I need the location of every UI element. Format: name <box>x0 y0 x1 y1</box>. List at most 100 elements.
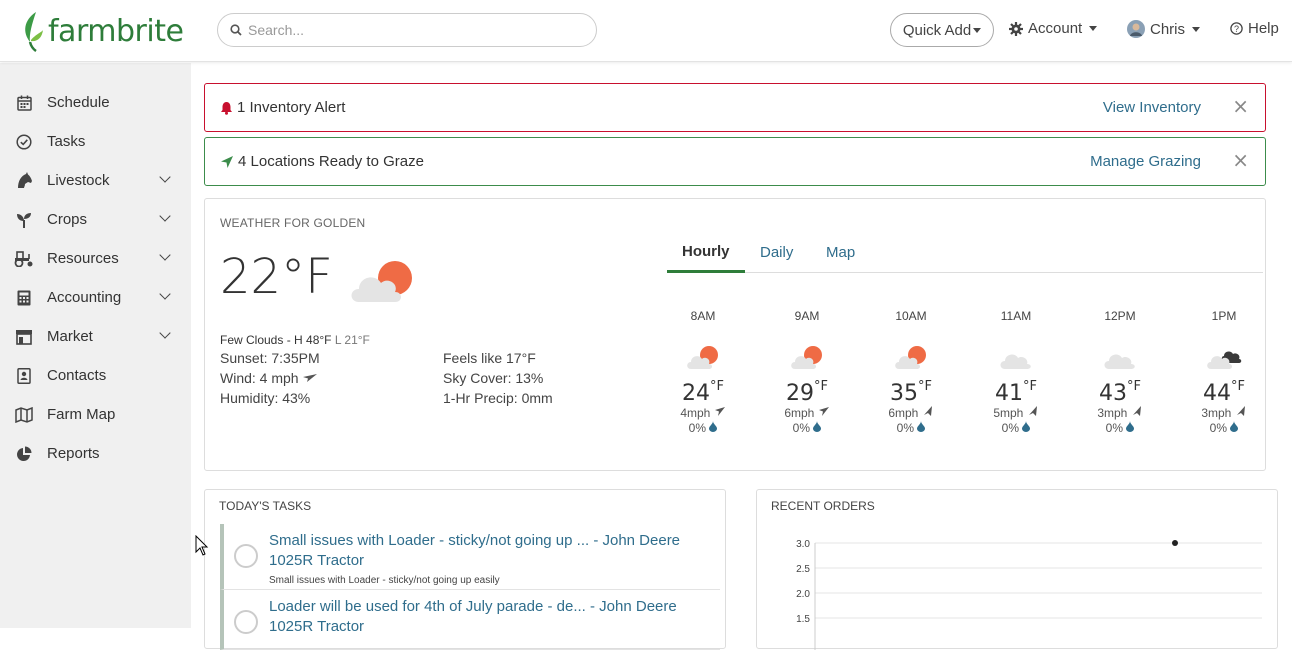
hour-precip: 0% <box>981 421 1051 435</box>
sidebar-item-accounting[interactable]: Accounting <box>0 278 191 317</box>
account-label: Account <box>1028 20 1083 37</box>
hour-time: 10AM <box>895 309 927 323</box>
farmbrite-logo[interactable]: farmbrite <box>22 10 184 52</box>
sidebar-item-farm-map[interactable]: Farm Map <box>0 395 191 434</box>
panel-title: RECENT ORDERS <box>771 499 875 513</box>
hour-precip: 0% <box>772 421 842 435</box>
location-arrow-icon <box>221 155 233 168</box>
hour-wind: 6mph <box>876 406 946 420</box>
hour-wind-value: 5mph <box>993 406 1024 420</box>
avatar <box>1127 20 1145 38</box>
sidebar-item-label: Tasks <box>47 133 86 150</box>
wind-direction-icon <box>1132 406 1141 416</box>
check-circle-icon <box>14 132 34 152</box>
data-point[interactable] <box>1172 540 1178 546</box>
raindrop-icon <box>813 421 822 432</box>
hour-temperature: 44°F <box>1189 379 1259 406</box>
calendar-icon <box>14 93 34 113</box>
help-link[interactable]: ? Help <box>1230 20 1279 37</box>
view-inventory-link[interactable]: View Inventory <box>1103 99 1201 116</box>
hour-wind-value: 4mph <box>680 406 711 420</box>
partly-cloudy-sun-icon <box>876 345 946 375</box>
task-item[interactable]: Loader will be used for 4th of July para… <box>220 590 720 650</box>
close-icon[interactable]: × <box>1232 94 1249 118</box>
sidebar-item-tasks[interactable]: Tasks <box>0 122 191 161</box>
weather-tabs: Hourly Daily Map <box>667 236 1263 273</box>
sidebar-item-label: Schedule <box>47 94 110 111</box>
user-menu[interactable]: Chris <box>1127 20 1201 38</box>
sidebar-item-contacts[interactable]: Contacts <box>0 356 191 395</box>
task-description: Small issues with Loader - sticky/not go… <box>269 575 500 586</box>
wind-direction-icon <box>923 406 932 416</box>
inventory-alert-text: 1 Inventory Alert <box>237 99 346 116</box>
feels-like-text: Feels like 17°F <box>443 350 536 366</box>
hour-precip: 0% <box>876 421 946 435</box>
weather-condition: Few Clouds - H 48°F L 21°F <box>220 333 370 347</box>
hour-temperature: 43°F <box>1085 379 1155 406</box>
hour-wind: 5mph <box>981 406 1051 420</box>
hour-wind-value: 6mph <box>784 406 815 420</box>
chevron-down-icon <box>159 171 171 183</box>
task-checkbox[interactable] <box>234 544 258 568</box>
search-box[interactable] <box>217 13 597 47</box>
manage-grazing-link[interactable]: Manage Grazing <box>1090 153 1201 170</box>
sidebar-item-label: Contacts <box>47 367 107 384</box>
svg-text:?: ? <box>1234 24 1239 34</box>
hour-temperature: 35°F <box>876 379 946 406</box>
tractor-icon <box>14 249 34 269</box>
hour-temperature: 24°F <box>668 379 738 406</box>
condition-high: Few Clouds - H 48°F <box>220 333 332 347</box>
horse-head-icon <box>14 171 34 191</box>
tab-hourly[interactable]: Hourly <box>667 243 745 273</box>
tab-map[interactable]: Map <box>826 244 855 261</box>
temp-unit: °F <box>918 379 932 394</box>
task-title-link[interactable]: Loader will be used for 4th of July para… <box>269 597 719 637</box>
temp-unit: °F <box>1023 379 1037 394</box>
quick-add-label: Quick Add <box>902 21 972 39</box>
wind-direction-icon <box>303 374 318 382</box>
hour-precip-value: 0% <box>1001 421 1019 435</box>
hour-column: 10AM 35°F 6mph 0% <box>876 309 946 435</box>
pie-chart-icon <box>14 444 34 464</box>
wind-direction-icon <box>714 407 725 416</box>
tab-daily[interactable]: Daily <box>760 244 793 261</box>
wind-direction-icon <box>1236 406 1245 416</box>
sidebar-item-label: Resources <box>47 250 119 267</box>
help-label: Help <box>1248 20 1279 37</box>
quick-add-button[interactable]: Quick Add <box>890 13 994 47</box>
sidebar-item-livestock[interactable]: Livestock <box>0 161 191 200</box>
cloud-icon <box>981 345 1051 375</box>
task-checkbox[interactable] <box>234 610 258 634</box>
temp-unit: °F <box>710 379 724 394</box>
inventory-alert: 1 Inventory Alert View Inventory × <box>204 83 1266 132</box>
hour-temp-value: 44 <box>1203 381 1231 406</box>
current-temperature: 22°F <box>220 249 333 305</box>
task-title-link[interactable]: Small issues with Loader - sticky/not go… <box>269 531 719 571</box>
recent-orders-panel: RECENT ORDERS 3.0 2.5 2.0 1.5 <box>756 489 1278 650</box>
sidebar-item-market[interactable]: Market <box>0 317 191 356</box>
sidebar-item-schedule[interactable]: Schedule <box>0 83 191 122</box>
todays-tasks-panel: TODAY'S TASKS Small issues with Loader -… <box>204 489 726 650</box>
hour-temperature: 29°F <box>772 379 842 406</box>
raindrop-icon <box>1126 421 1135 432</box>
sidebar-item-crops[interactable]: Crops <box>0 200 191 239</box>
raindrop-icon <box>1230 421 1239 432</box>
account-menu[interactable]: Account <box>1009 20 1098 37</box>
orders-chart: 3.0 2.5 2.0 1.5 <box>796 539 1262 650</box>
question-circle-icon: ? <box>1230 22 1243 35</box>
task-item[interactable]: Small issues with Loader - sticky/not go… <box>220 524 720 590</box>
hour-precip-value: 0% <box>1209 421 1227 435</box>
partly-cloudy-sun-icon <box>351 261 412 302</box>
sidebar-item-label: Reports <box>47 445 100 462</box>
close-icon[interactable]: × <box>1232 148 1249 172</box>
hour-time: 8AM <box>690 309 716 323</box>
hour-wind: 4mph <box>668 406 738 420</box>
wind-text: Wind: 4 mph <box>220 370 299 386</box>
search-input[interactable] <box>248 22 568 38</box>
sidebar-item-reports[interactable]: Reports <box>0 434 191 473</box>
sidebar-item-label: Crops <box>47 211 88 228</box>
raindrop-icon <box>709 421 718 432</box>
temp-unit: °F <box>814 379 828 394</box>
top-navbar: farmbrite Quick Add Account Chris ? Help <box>0 0 1292 62</box>
sidebar-item-resources[interactable]: Resources <box>0 239 191 278</box>
